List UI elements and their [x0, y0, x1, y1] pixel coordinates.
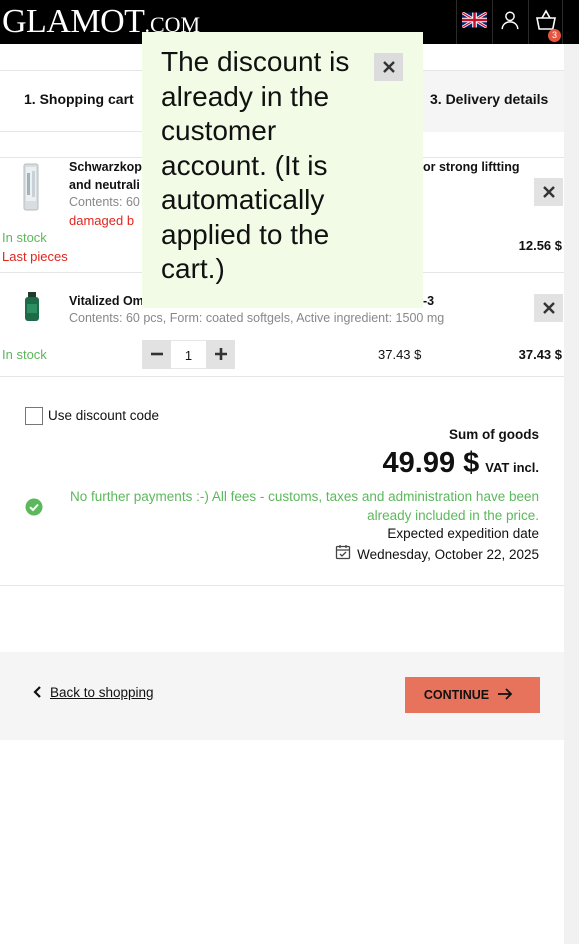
- calendar-icon: [335, 544, 351, 564]
- uk-flag-icon: [460, 11, 488, 32]
- item-total-price: 37.43 $: [518, 347, 562, 362]
- damaged-notice: damaged b: [69, 213, 135, 228]
- user-icon: [499, 9, 521, 35]
- product-contents: Contents: 60 pcs, Form: coated softgels,…: [69, 311, 445, 325]
- discount-code-label[interactable]: Use discount code: [48, 408, 159, 423]
- arrow-right-icon: [497, 687, 513, 703]
- sum-total: 49.99 $ VAT incl.: [383, 447, 539, 480]
- product-contents: Contents: 60: [69, 195, 140, 209]
- product-image[interactable]: [24, 292, 40, 326]
- remove-item-button[interactable]: [534, 178, 563, 206]
- discount-code-checkbox[interactable]: [25, 407, 43, 425]
- expedition-date: Wednesday, October 22, 2025: [357, 546, 539, 562]
- language-switcher[interactable]: [456, 0, 491, 44]
- chevron-left-icon: [32, 683, 42, 702]
- tooltip-close-button[interactable]: [374, 53, 403, 81]
- scrollbar-track[interactable]: [564, 44, 579, 944]
- vat-label: VAT incl.: [485, 460, 539, 475]
- close-icon: [542, 183, 555, 202]
- item-total-price: 12.56 $: [518, 238, 562, 253]
- plus-icon: [214, 345, 227, 364]
- expedition-date-row: Wednesday, October 22, 2025: [335, 544, 539, 564]
- minus-icon: [150, 345, 163, 364]
- discount-info-tooltip: The discount is already in the customer …: [142, 32, 423, 308]
- account-button[interactable]: [492, 0, 527, 44]
- remove-item-button[interactable]: [534, 294, 563, 322]
- sum-value: 49.99 $: [382, 447, 480, 479]
- quantity-stepper: 1: [142, 340, 235, 369]
- continue-button[interactable]: CONTINUE: [405, 677, 540, 713]
- product-name-continuation[interactable]: -3: [423, 292, 434, 310]
- step-delivery-details[interactable]: 3. Delivery details: [422, 71, 564, 132]
- product-image[interactable]: [18, 163, 46, 217]
- back-to-shopping-link[interactable]: Back to shopping: [32, 683, 154, 702]
- close-icon: [542, 299, 555, 318]
- fees-notice: No further payments :-) All fees - custo…: [70, 489, 539, 523]
- stock-status: In stock: [2, 230, 47, 245]
- unit-price: 37.43 $: [378, 347, 422, 362]
- cart-count-badge: 3: [548, 29, 561, 42]
- product-name-continuation[interactable]: or strong liftting: [423, 158, 520, 176]
- sum-label: Sum of goods: [449, 427, 539, 442]
- tooltip-text: The discount is already in the customer …: [161, 46, 350, 284]
- check-circle-icon: [25, 498, 43, 516]
- increase-quantity-button[interactable]: [206, 340, 235, 369]
- cart-footer: Back to shopping CONTINUE: [0, 652, 564, 740]
- decrease-quantity-button[interactable]: [142, 340, 171, 369]
- cart-button[interactable]: 3: [528, 0, 563, 44]
- stock-status: In stock: [2, 347, 47, 362]
- product-name[interactable]: Vitalized Om: [69, 292, 144, 310]
- product-name-line2[interactable]: and neutrali: [69, 176, 140, 194]
- step-shopping-cart[interactable]: 1. Shopping cart: [24, 91, 134, 107]
- expedition-label: Expected expedition date: [387, 526, 539, 541]
- quantity-input[interactable]: 1: [171, 340, 206, 369]
- last-pieces-notice: Last pieces: [2, 249, 68, 264]
- product-name[interactable]: Schwarzkop: [69, 158, 142, 176]
- close-icon: [382, 58, 395, 77]
- order-summary: Use discount code Sum of goods 49.99 $ V…: [0, 376, 564, 586]
